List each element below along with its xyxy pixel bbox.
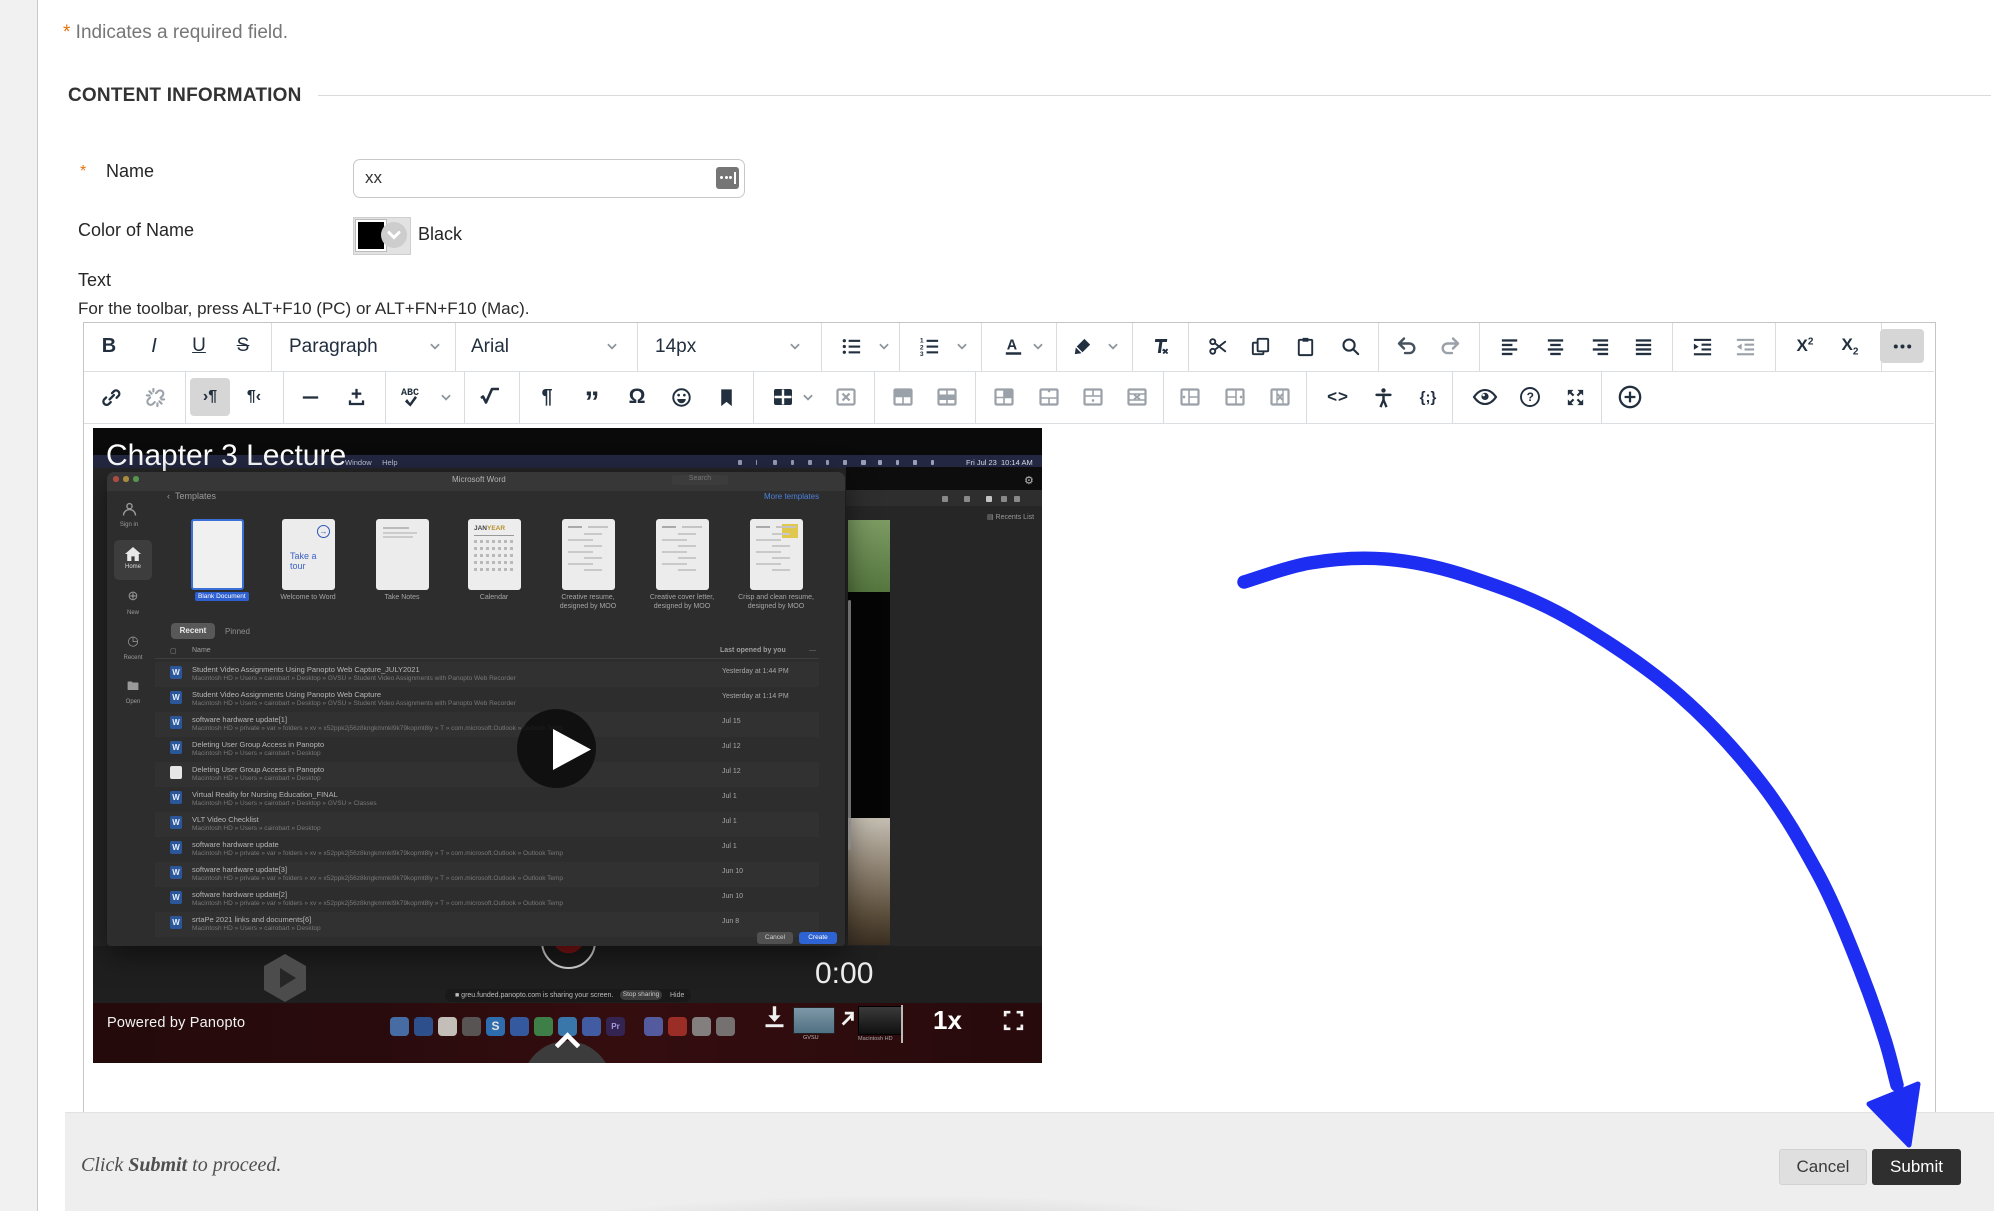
svg-text:A: A: [1006, 337, 1016, 353]
svg-text:3: 3: [919, 351, 923, 358]
svg-text:?: ?: [1527, 390, 1534, 404]
